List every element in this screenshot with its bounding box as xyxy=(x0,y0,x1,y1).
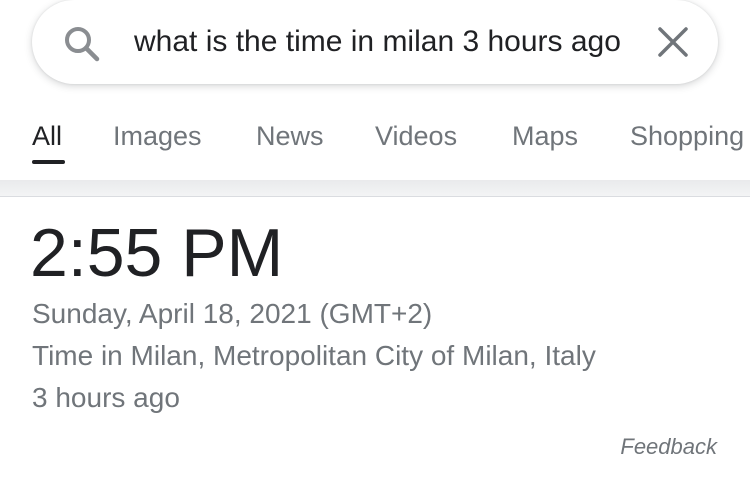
date-line: Sunday, April 18, 2021 (GMT+2) xyxy=(32,298,433,329)
section-divider xyxy=(0,180,750,197)
feedback-link[interactable]: Feedback xyxy=(620,434,717,460)
current-time: 2:55 PM xyxy=(30,215,284,291)
tab-all[interactable]: All xyxy=(32,120,62,152)
search-icon[interactable] xyxy=(62,24,102,64)
tab-images[interactable]: Images xyxy=(113,120,202,152)
active-tab-indicator xyxy=(32,160,65,164)
tab-videos[interactable]: Videos xyxy=(375,120,457,152)
search-input[interactable]: what is the time in milan 3 hours ago xyxy=(134,24,636,60)
search-bar[interactable]: what is the time in milan 3 hours ago xyxy=(32,0,718,84)
tab-maps[interactable]: Maps xyxy=(512,120,578,152)
search-results-page: what is the time in milan 3 hours ago Al… xyxy=(0,0,750,492)
location-line: Time in Milan, Metropolitan City of Mila… xyxy=(32,340,596,371)
tab-news[interactable]: News xyxy=(256,120,324,152)
tab-shopping[interactable]: Shopping xyxy=(630,120,744,152)
close-icon[interactable] xyxy=(656,25,690,59)
relative-time-line: 3 hours ago xyxy=(32,382,180,413)
search-tabs: All Images News Videos Maps Shopping xyxy=(0,100,750,170)
